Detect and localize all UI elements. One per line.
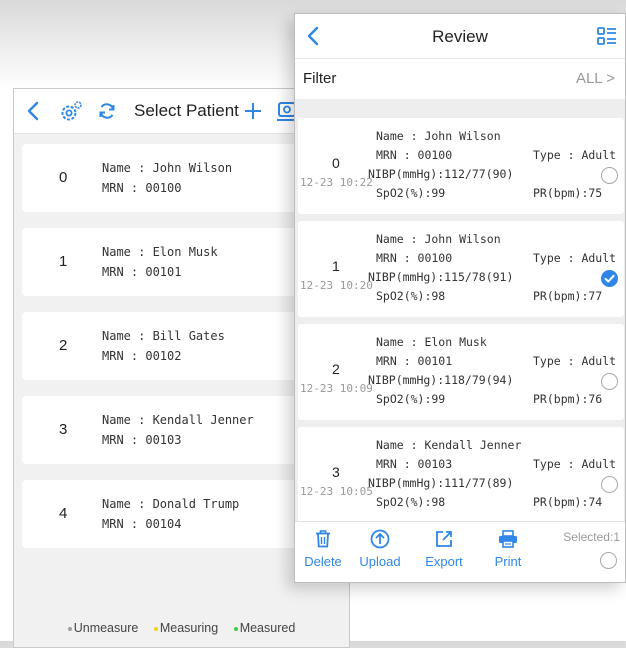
filter-value[interactable]: ALL > xyxy=(576,70,615,87)
patient-index: 2 xyxy=(59,337,68,354)
upload-label: Upload xyxy=(359,554,401,569)
patient-index: 4 xyxy=(59,505,68,522)
patient-index: 3 xyxy=(59,421,68,438)
record-name: Name : Kendall Jenner xyxy=(376,438,522,452)
select-all-radio[interactable] xyxy=(600,552,617,569)
record-index: 1 xyxy=(332,258,340,274)
record-time: 12-23 10:20 xyxy=(300,279,373,292)
patient-index: 0 xyxy=(59,169,68,186)
patient-name: Name : Donald Trump xyxy=(102,497,240,511)
record-name: Name : Elon Musk xyxy=(376,335,487,349)
checkmark-icon xyxy=(604,274,615,283)
record-mrn: MRN : 00100 xyxy=(376,251,453,265)
legend-item-measuring: Measuring xyxy=(153,621,218,635)
export-button[interactable]: Export xyxy=(417,528,471,569)
review-title: Review xyxy=(432,27,488,46)
legend-item-measured: Measured xyxy=(233,621,295,635)
record-time: 12-23 10:22 xyxy=(300,176,373,189)
record-select-radio[interactable] xyxy=(601,167,618,184)
record-spo2: SpO2(%):99 xyxy=(376,392,446,406)
filter-row[interactable]: Filter ALL > xyxy=(295,59,625,99)
printer-icon xyxy=(481,528,535,550)
review-record[interactable]: 2 12-23 10:09 Name : Elon Musk MRN : 001… xyxy=(298,324,624,420)
record-type: Type : Adult xyxy=(533,457,617,471)
record-spo2: SpO2(%):98 xyxy=(376,289,446,303)
record-spo2: SpO2(%):98 xyxy=(376,495,446,509)
selected-count: Selected:1 xyxy=(563,530,620,544)
record-pr: PR(bpm):76 xyxy=(533,392,603,406)
record-name: Name : John Wilson xyxy=(376,232,501,246)
record-index: 0 xyxy=(332,155,340,171)
patient-mrn: MRN : 00103 xyxy=(102,433,182,447)
record-nibp: NIBP(mmHg):115/78(91) xyxy=(368,270,514,284)
list-view-icon[interactable] xyxy=(597,26,617,51)
patient-mrn: MRN : 00100 xyxy=(102,181,182,195)
record-type: Type : Adult xyxy=(533,148,617,162)
record-pr: PR(bpm):75 xyxy=(533,186,603,200)
status-dot-icon xyxy=(67,626,72,631)
export-icon xyxy=(417,528,471,550)
record-index: 3 xyxy=(332,464,340,480)
status-dot-icon xyxy=(233,626,238,631)
settings-gear-icon[interactable] xyxy=(58,97,84,125)
upload-button[interactable]: Upload xyxy=(353,528,407,569)
record-pr: PR(bpm):74 xyxy=(533,495,603,509)
upload-icon xyxy=(353,528,407,550)
print-button[interactable]: Print xyxy=(481,528,535,569)
patient-mrn: MRN : 00104 xyxy=(102,517,182,531)
record-nibp: NIBP(mmHg):112/77(90) xyxy=(368,167,514,181)
record-mrn: MRN : 00103 xyxy=(376,457,453,471)
record-mrn: MRN : 00100 xyxy=(376,148,453,162)
record-type: Type : Adult xyxy=(533,354,617,368)
status-dot-icon xyxy=(153,626,158,631)
trash-icon xyxy=(296,528,350,550)
delete-button[interactable]: Delete xyxy=(296,528,350,569)
review-record[interactable]: 1 12-23 10:20 Name : John Wilson MRN : 0… xyxy=(298,221,624,317)
refresh-icon[interactable] xyxy=(96,97,118,125)
record-name: Name : John Wilson xyxy=(376,129,501,143)
record-pr: PR(bpm):77 xyxy=(533,289,603,303)
review-header: Review xyxy=(295,14,625,59)
patient-name: Name : Elon Musk xyxy=(102,245,218,259)
add-patient-icon[interactable] xyxy=(242,97,264,125)
select-patient-title: Select Patient xyxy=(134,101,239,120)
filter-label: Filter xyxy=(303,70,337,87)
measurement-status-legend: Unmeasure Measuring Measured xyxy=(14,621,349,635)
back-chevron-icon[interactable] xyxy=(22,97,44,125)
review-screen: Review Filter ALL > 0 12-23 10:22 Name :… xyxy=(294,13,626,583)
review-record[interactable]: 3 12-23 10:05 Name : Kendall Jenner MRN … xyxy=(298,427,624,523)
delete-label: Delete xyxy=(304,554,342,569)
record-nibp: NIBP(mmHg):111/77(89) xyxy=(368,476,514,490)
record-select-radio-checked[interactable] xyxy=(601,270,618,287)
export-label: Export xyxy=(425,554,463,569)
record-index: 2 xyxy=(332,361,340,377)
record-time: 12-23 10:05 xyxy=(300,485,373,498)
record-time: 12-23 10:09 xyxy=(300,382,373,395)
patient-name: Name : Bill Gates xyxy=(102,329,225,343)
patient-mrn: MRN : 00101 xyxy=(102,265,182,279)
record-select-radio[interactable] xyxy=(601,476,618,493)
record-spo2: SpO2(%):99 xyxy=(376,186,446,200)
record-mrn: MRN : 00101 xyxy=(376,354,453,368)
patient-name: Name : Kendall Jenner xyxy=(102,413,254,427)
legend-item-unmeasure: Unmeasure xyxy=(67,621,138,635)
record-select-radio[interactable] xyxy=(601,373,618,390)
print-label: Print xyxy=(494,554,522,569)
patient-index: 1 xyxy=(59,253,68,270)
record-type: Type : Adult xyxy=(533,251,617,265)
patient-name: Name : John Wilson xyxy=(102,161,233,175)
patient-mrn: MRN : 00102 xyxy=(102,349,182,363)
record-nibp: NIBP(mmHg):118/79(94) xyxy=(368,373,514,387)
review-toolbar: Delete Upload Export Print Selected:1 xyxy=(295,521,625,582)
review-record[interactable]: 0 12-23 10:22 Name : John Wilson MRN : 0… xyxy=(298,118,624,214)
